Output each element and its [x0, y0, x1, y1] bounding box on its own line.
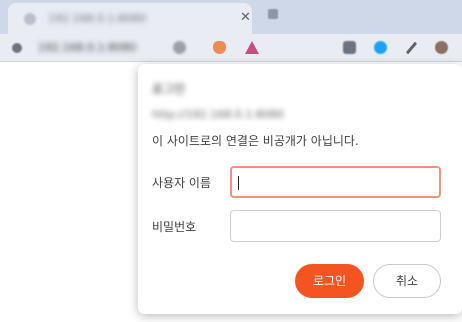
login-button[interactable]: 로그인: [295, 264, 364, 298]
tab-strip: 192.168.0.1:8080 ✕: [0, 0, 462, 34]
share-icon[interactable]: [173, 41, 186, 54]
brave-shields-icon[interactable]: [213, 41, 226, 54]
bird-extension-icon[interactable]: [374, 41, 387, 54]
http-auth-dialog: 로그인 http://192.168.0.1:8080 이 사이트로의 연결은 …: [138, 64, 462, 314]
insecure-connection-warning: 이 사이트로의 연결은 비공개가 아닙니다.: [152, 134, 359, 148]
close-icon[interactable]: ✕: [240, 10, 251, 25]
text-caret: [238, 176, 239, 190]
browser-tab[interactable]: 192.168.0.1:8080 ✕: [8, 3, 252, 34]
username-label: 사용자 이름: [152, 176, 212, 190]
new-tab-icon[interactable]: [268, 9, 278, 19]
favicon-icon: [24, 13, 36, 25]
site-info-icon[interactable]: [12, 43, 22, 53]
password-label: 비밀번호: [152, 220, 197, 234]
address-bar[interactable]: 192.168.0.1:8080: [38, 41, 136, 54]
tab-title: 192.168.0.1:8080: [48, 12, 147, 25]
dialog-origin: http://192.168.0.1:8080: [152, 108, 284, 121]
username-field[interactable]: [230, 166, 441, 198]
puzzle-icon[interactable]: [405, 41, 418, 55]
browser-toolbar: 192.168.0.1:8080: [0, 34, 462, 62]
brave-rewards-icon[interactable]: [245, 41, 259, 54]
profile-icon[interactable]: [435, 41, 448, 54]
dialog-title: 로그인: [152, 82, 186, 96]
extension-icon[interactable]: [343, 41, 356, 54]
cancel-button[interactable]: 취소: [373, 264, 441, 298]
password-field[interactable]: [230, 210, 441, 242]
